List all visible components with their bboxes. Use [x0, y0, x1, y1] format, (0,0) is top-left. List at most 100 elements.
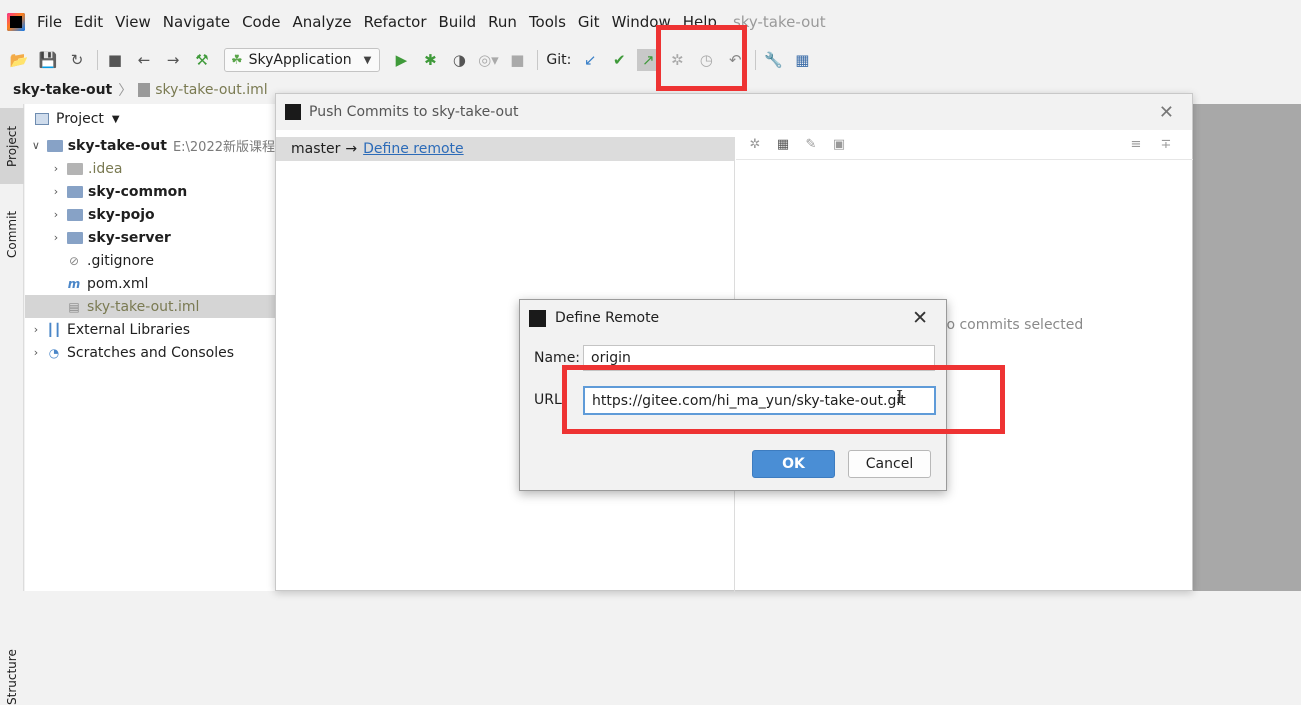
push-dialog-title: Push Commits to sky-take-out [309, 104, 519, 120]
tree-item-scratches[interactable]: › ◔ Scratches and Consoles [25, 341, 275, 364]
menu-run[interactable]: Run [488, 13, 517, 31]
structure-tab-label: Structure [5, 649, 19, 705]
menu-navigate[interactable]: Navigate [163, 13, 230, 31]
breadcrumb-file[interactable]: sky-take-out.iml [155, 82, 267, 98]
back-icon[interactable]: ← [133, 49, 155, 71]
menu-git[interactable]: Git [578, 13, 600, 31]
git-commit-icon[interactable]: ✔ [608, 49, 630, 71]
module-folder-icon [67, 208, 83, 221]
tree-item-pom[interactable]: m pom.xml [25, 272, 275, 295]
chevron-right-icon[interactable]: › [49, 208, 63, 221]
coverage-icon[interactable]: ◑ [448, 49, 470, 71]
cancel-button[interactable]: Cancel [848, 450, 931, 478]
push-dialog-titlebar: Push Commits to sky-take-out ✕ [276, 94, 1192, 130]
menu-view[interactable]: View [115, 13, 151, 31]
menu-tools[interactable]: Tools [529, 13, 566, 31]
iml-file-icon: ▤ [68, 299, 80, 314]
profile-icon[interactable]: ◎▾ [477, 49, 499, 71]
structure-tool-tab[interactable]: Structure [0, 649, 24, 705]
scratches-icon: ◔ [48, 345, 60, 360]
close-icon[interactable]: ✕ [912, 307, 928, 329]
run-icon[interactable]: ▶ [390, 49, 412, 71]
chevron-right-icon[interactable]: › [29, 346, 43, 359]
no-commits-message: No commits selected [936, 317, 1084, 333]
project-structure-icon[interactable]: ▦ [791, 49, 813, 71]
intellij-logo-icon [529, 309, 546, 327]
tree-root-path: E:\2022新版课程 [172, 140, 275, 155]
project-view-icon [35, 113, 49, 125]
module-folder-icon [67, 185, 83, 198]
toolbar-divider [97, 50, 98, 70]
group-icon[interactable]: ▦ [774, 136, 792, 154]
toolbar-divider [755, 50, 757, 70]
url-field-highlight [562, 365, 1005, 434]
module-folder-icon [46, 139, 63, 152]
branch-row[interactable]: master → Define remote [276, 137, 734, 161]
tree-item-external-libraries[interactable]: › ┃┃ External Libraries [25, 318, 275, 341]
tree-item-label: sky-pojo [88, 206, 155, 223]
editor-background [1193, 104, 1301, 591]
settings-wrench-icon[interactable]: 🔧 [762, 49, 784, 71]
expand-all-icon[interactable]: ≡ [1127, 136, 1145, 154]
menu-edit[interactable]: Edit [74, 13, 103, 31]
stop-icon[interactable]: ■ [506, 49, 528, 71]
intellij-logo-icon [7, 13, 25, 31]
chevron-down-icon[interactable]: ▼ [112, 114, 120, 125]
edit-icon[interactable]: ✎ [802, 136, 820, 154]
breadcrumb-project[interactable]: sky-take-out [13, 82, 112, 98]
spring-icon: ☘ [231, 52, 243, 68]
tree-item-label: External Libraries [67, 321, 190, 338]
intellij-logo-icon [285, 104, 301, 120]
build-hammer-icon[interactable]: ⚒ [191, 49, 213, 71]
define-remote-titlebar: Define Remote ✕ [520, 300, 946, 336]
tree-item-label: sky-take-out.iml [87, 298, 200, 315]
project-structure-icon[interactable]: ■ [104, 49, 126, 71]
chevron-right-icon[interactable]: › [49, 185, 63, 198]
run-configuration-select[interactable]: ☘ SkyApplication ▼ [224, 48, 381, 72]
branch-name: master [291, 141, 341, 157]
preview-icon[interactable]: ▣ [830, 136, 848, 154]
project-panel-header[interactable]: Project ▼ [25, 104, 275, 134]
tree-item-label: Scratches and Consoles [67, 344, 234, 361]
tree-item-gitignore[interactable]: ⊘ .gitignore [25, 249, 275, 272]
project-tool-tab[interactable]: Project [0, 108, 24, 184]
chevron-right-icon[interactable]: › [49, 231, 63, 244]
name-label: Name: [534, 350, 581, 366]
define-remote-link[interactable]: Define remote [363, 141, 464, 157]
expand-icon[interactable]: ✲ [746, 136, 764, 154]
chevron-down-icon: ▼ [363, 54, 372, 66]
tree-item-sky-server[interactable]: › sky-server [25, 226, 275, 249]
tree-root[interactable]: ∨ sky-take-out E:\2022新版课程 [25, 134, 275, 157]
git-update-icon[interactable]: ↙ [579, 49, 601, 71]
sync-icon[interactable]: ↻ [66, 49, 88, 71]
left-tool-stripe: Project Commit Structure [0, 104, 24, 705]
menu-refactor[interactable]: Refactor [364, 13, 427, 31]
close-icon[interactable]: ✕ [1159, 102, 1174, 123]
open-folder-icon[interactable]: 📂 [8, 49, 30, 71]
project-panel: Project ▼ ∨ sky-take-out E:\2022新版课程 › .… [25, 104, 275, 591]
menu-analyze[interactable]: Analyze [292, 13, 351, 31]
debug-icon[interactable]: ✱ [419, 49, 441, 71]
tree-item-label: .idea [88, 160, 123, 177]
tree-item-idea[interactable]: › .idea [25, 157, 275, 180]
main-toolbar: 📂 💾 ↻ ■ ← → ⚒ ☘ SkyApplication ▼ ▶ ✱ ◑ ◎… [0, 44, 1301, 76]
forward-icon[interactable]: → [162, 49, 184, 71]
save-icon[interactable]: 💾 [37, 49, 59, 71]
ok-button[interactable]: OK [752, 450, 835, 478]
menu-build[interactable]: Build [439, 13, 477, 31]
chevron-right-icon[interactable]: › [29, 323, 43, 336]
commit-tool-tab[interactable]: Commit [0, 194, 24, 274]
menu-file[interactable]: File [37, 13, 62, 31]
tree-root-label: sky-take-out [67, 137, 167, 154]
chevron-right-icon[interactable]: › [49, 162, 63, 175]
chevron-down-icon[interactable]: ∨ [29, 139, 43, 152]
define-remote-title: Define Remote [555, 310, 660, 326]
iml-file-icon [138, 83, 151, 97]
tree-item-iml[interactable]: ▤ sky-take-out.iml [25, 295, 275, 318]
module-folder-icon [67, 231, 83, 244]
tree-item-sky-common[interactable]: › sky-common [25, 180, 275, 203]
menu-code[interactable]: Code [242, 13, 280, 31]
push-button-highlight [656, 25, 747, 91]
tree-item-sky-pojo[interactable]: › sky-pojo [25, 203, 275, 226]
collapse-all-icon[interactable]: ∓ [1157, 136, 1175, 154]
